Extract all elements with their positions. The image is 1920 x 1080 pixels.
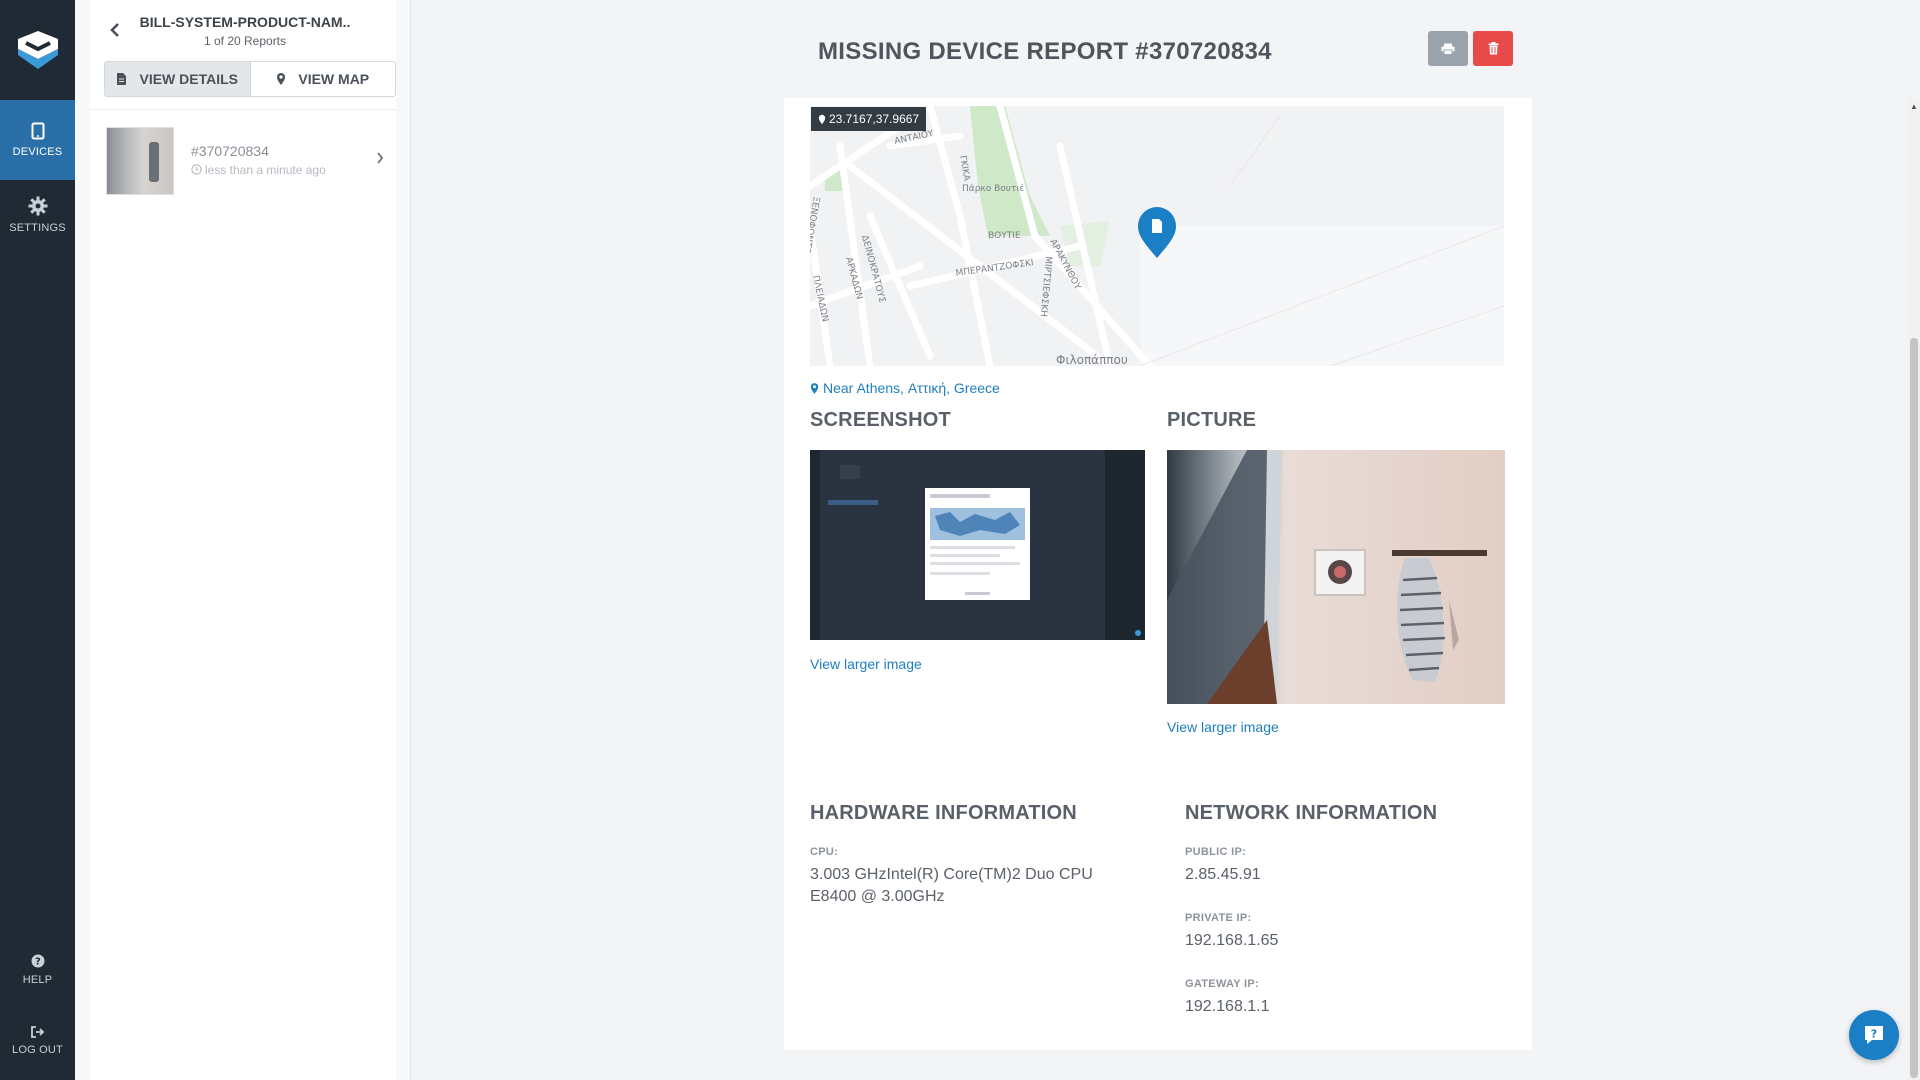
map-marker-icon: [810, 382, 819, 394]
page-title: MISSING DEVICE REPORT #370720834: [818, 38, 1272, 65]
chevron-right-icon: [377, 152, 384, 164]
tablet-icon: [31, 122, 44, 140]
shield-logo-icon: [17, 30, 58, 69]
nav-logout-label: LOG OUT: [12, 1044, 63, 1056]
nav-help-label: HELP: [22, 974, 53, 986]
screenshot-heading: SCREENSHOT: [810, 409, 951, 431]
coordinates-badge: 23.7167,37.9667: [811, 107, 927, 131]
clock-icon: [191, 164, 202, 175]
cpu-label: CPU:: [810, 846, 839, 858]
map-marker-icon: [277, 73, 286, 85]
app-logo[interactable]: [0, 0, 75, 99]
view-details-button[interactable]: VIEW DETAILS: [105, 62, 251, 96]
report-list-item[interactable]: #370720834 less than a minute ago: [104, 125, 396, 199]
nav-help[interactable]: ? HELP: [0, 954, 75, 996]
trash-icon: [1488, 42, 1498, 55]
question-circle-icon: ?: [31, 954, 44, 968]
help-chat-icon: ?: [1865, 1026, 1883, 1044]
view-toggle: VIEW DETAILS VIEW MAP: [104, 61, 396, 97]
device-name: BILL-SYSTEM-PRODUCT-NAM..: [139, 14, 351, 30]
screenshot-image[interactable]: [810, 450, 1145, 640]
view-map-label: VIEW MAP: [298, 71, 370, 87]
gear-icon: [28, 196, 47, 216]
gateway-ip-label: GATEWAY IP:: [1185, 978, 1259, 990]
reports-panel: BILL-SYSTEM-PRODUCT-NAM.. 1 of 20 Report…: [75, 0, 411, 1080]
network-heading: NETWORK INFORMATION: [1185, 802, 1438, 824]
nav-devices[interactable]: DEVICES: [0, 100, 75, 180]
location-text: Near Athens, Αττική, Greece: [823, 380, 1000, 396]
back-button[interactable]: [104, 18, 126, 42]
location-map[interactable]: ΑΝΤΑΙΟΥ ΓΚΙΚΑ Πάρκο Βουτιέ ΒΟΥΤΙΕ ΜΠΕΡΑΝ…: [810, 106, 1504, 366]
sign-out-icon: [30, 1026, 44, 1038]
coordinates-text: 23.7167,37.9667: [829, 112, 920, 126]
gateway-ip-value: 192.168.1.1: [1185, 998, 1270, 1015]
print-button[interactable]: [1428, 31, 1468, 66]
nav-settings-label: SETTINGS: [9, 222, 66, 234]
report-count: 1 of 20 Reports: [203, 34, 287, 48]
private-ip-label: PRIVATE IP:: [1185, 912, 1252, 924]
report-time: less than a minute ago: [191, 163, 326, 177]
map-label-filopappou: Φιλοπάππου: [1056, 353, 1128, 366]
private-ip-value: 192.168.1.65: [1185, 932, 1279, 949]
nav-devices-label: DEVICES: [12, 146, 63, 158]
help-chat-button[interactable]: ?: [1849, 1010, 1899, 1060]
nav-logout[interactable]: LOG OUT: [0, 1026, 75, 1068]
hardware-heading: HARDWARE INFORMATION: [810, 802, 1077, 824]
public-ip-value: 2.85.45.91: [1185, 866, 1261, 883]
main-scrollbar[interactable]: [1908, 98, 1920, 1080]
nav-settings[interactable]: SETTINGS: [0, 196, 75, 244]
report-thumbnail: [106, 127, 174, 195]
picture-view-larger-link[interactable]: View larger image: [1167, 719, 1279, 735]
screenshot-view-larger-link[interactable]: View larger image: [810, 656, 922, 672]
view-details-label: VIEW DETAILS: [139, 71, 239, 87]
location-link[interactable]: Near Athens, Αττική, Greece: [810, 380, 1000, 396]
cpu-value: 3.003 GHzIntel(R) Core(TM)2 Duo CPU E840…: [810, 866, 1093, 905]
nav-rail: DEVICES SETTINGS ? HELP LOG OUT: [0, 0, 75, 1080]
file-icon: [117, 73, 127, 85]
map-label-parko: Πάρκο Βουτιέ: [962, 183, 1024, 194]
map-marker-icon: [818, 114, 826, 124]
scroll-up-arrow[interactable]: ▲: [1910, 102, 1918, 111]
panel-header: BILL-SYSTEM-PRODUCT-NAM.. 1 of 20 Report…: [90, 0, 396, 110]
scrollbar-thumb[interactable]: [1910, 338, 1918, 1078]
svg-text:?: ?: [34, 957, 40, 968]
map-canvas: ΑΝΤΑΙΟΥ ΓΚΙΚΑ Πάρκο Βουτιέ ΒΟΥΤΙΕ ΜΠΕΡΑΝ…: [810, 106, 1504, 366]
picture-heading: PICTURE: [1167, 409, 1257, 431]
device-picture-image[interactable]: [1167, 450, 1505, 704]
report-id: #370720834: [191, 143, 269, 159]
svg-text:?: ?: [1871, 1028, 1877, 1041]
map-label-voutie: ΒΟΥΤΙΕ: [988, 231, 1021, 241]
print-icon: [1441, 43, 1455, 55]
chevron-left-icon: [110, 23, 119, 37]
public-ip-label: PUBLIC IP:: [1185, 846, 1247, 858]
reports-panel-inner: BILL-SYSTEM-PRODUCT-NAM.. 1 of 20 Report…: [90, 0, 396, 1080]
view-map-button[interactable]: VIEW MAP: [251, 62, 396, 96]
report-time-text: less than a minute ago: [205, 163, 326, 177]
delete-button[interactable]: [1473, 31, 1513, 66]
